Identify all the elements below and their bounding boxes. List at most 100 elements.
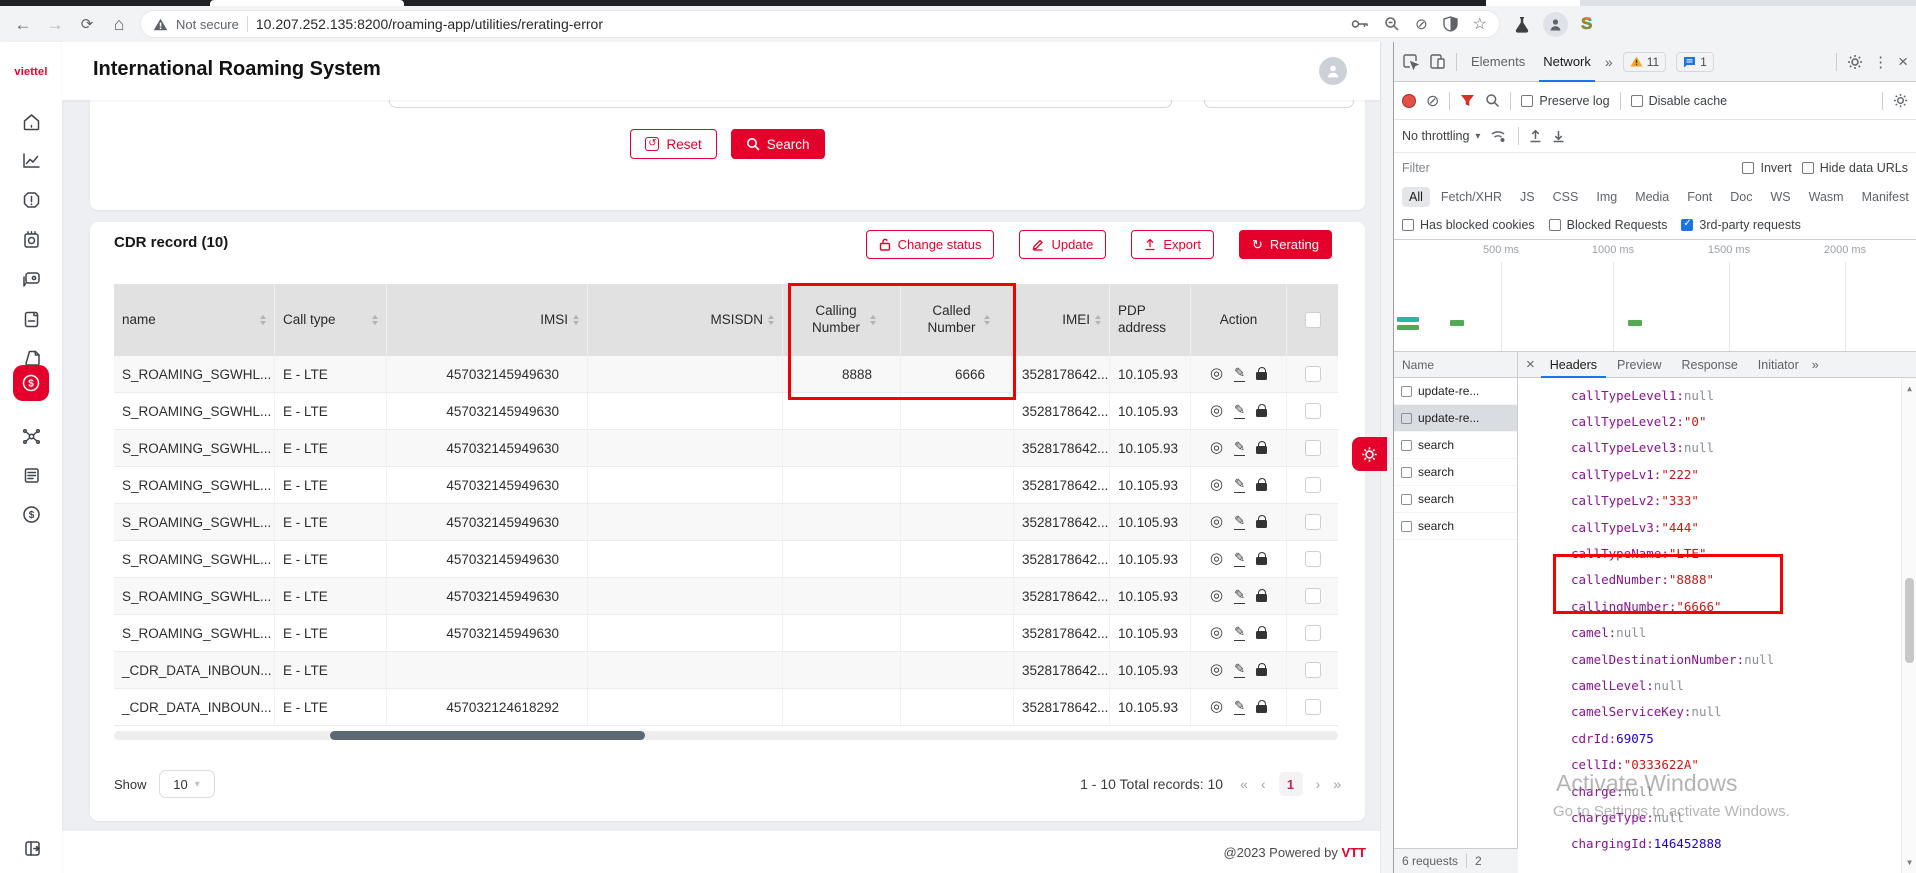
lock-icon[interactable]	[1256, 705, 1267, 713]
reset-button[interactable]: ↺ Reset	[630, 129, 716, 159]
row-checkbox[interactable]	[1305, 625, 1321, 641]
network-conditions-icon[interactable]	[1490, 129, 1508, 143]
lock-icon[interactable]	[1256, 520, 1267, 528]
lock-icon[interactable]	[1256, 483, 1267, 491]
sidebar-item-tariff[interactable]: $	[19, 502, 43, 526]
rerating-button[interactable]: ↻ Rerating	[1239, 230, 1332, 259]
devtools-settings-gear-icon[interactable]	[1847, 54, 1863, 70]
export-har-icon[interactable]	[1552, 129, 1565, 143]
network-timeline[interactable]: 500 ms 1000 ms 1500 ms 2000 ms	[1394, 240, 1916, 352]
lock-icon[interactable]	[1256, 557, 1267, 565]
sort-icon[interactable]	[573, 315, 579, 325]
chip-ws[interactable]: WS	[1763, 187, 1797, 207]
row-checkbox[interactable]	[1305, 699, 1321, 715]
import-har-icon[interactable]	[1529, 129, 1542, 143]
next-page-icon[interactable]: ›	[1316, 776, 1321, 792]
view-icon[interactable]: ◎	[1210, 403, 1223, 418]
col-header-name[interactable]: name	[114, 284, 275, 356]
row-checkbox[interactable]	[1305, 551, 1321, 567]
url-text[interactable]: 10.207.252.135:8200/roaming-app/utilitie…	[256, 16, 603, 32]
sort-icon[interactable]	[372, 315, 378, 325]
invert-checkbox[interactable]: Invert	[1742, 161, 1791, 175]
view-icon[interactable]: ◎	[1210, 588, 1223, 603]
chip-js[interactable]: JS	[1513, 187, 1542, 207]
row-checkbox[interactable]	[1305, 440, 1321, 456]
chip-css[interactable]: CSS	[1546, 187, 1586, 207]
view-icon[interactable]: ◎	[1210, 551, 1223, 566]
vertical-scrollbar-thumb[interactable]	[1905, 578, 1914, 663]
sidebar-item-reports[interactable]	[19, 148, 43, 172]
scroll-up-icon[interactable]: ▲	[1902, 384, 1916, 393]
tab-initiator[interactable]: Initiator	[1749, 352, 1808, 378]
request-row[interactable]: search	[1394, 432, 1517, 459]
view-icon[interactable]: ◎	[1210, 477, 1223, 492]
sidebar-item-network[interactable]	[19, 424, 43, 448]
horizontal-scrollbar[interactable]	[114, 731, 1338, 740]
col-header-checkbox[interactable]	[1287, 284, 1338, 356]
devtools-close-icon[interactable]: ×	[1898, 52, 1908, 72]
more-detail-tabs-icon[interactable]: »	[1812, 358, 1819, 372]
row-checkbox[interactable]	[1305, 588, 1321, 604]
edit-icon[interactable]: ✎	[1234, 588, 1245, 604]
name-column-header[interactable]: Name	[1394, 352, 1518, 378]
third-party-requests-checkbox[interactable]: 3rd-party requests	[1681, 218, 1800, 232]
lock-icon[interactable]	[1256, 409, 1267, 417]
view-icon[interactable]: ◎	[1210, 662, 1223, 677]
has-blocked-cookies-checkbox[interactable]: Has blocked cookies	[1402, 218, 1535, 232]
row-checkbox[interactable]	[1305, 477, 1321, 493]
filter-input[interactable]: Filter	[1402, 161, 1430, 175]
chip-doc[interactable]: Doc	[1723, 187, 1759, 207]
row-checkbox[interactable]	[1305, 514, 1321, 530]
zoom-out-icon[interactable]	[1384, 16, 1400, 32]
close-details-icon[interactable]: ×	[1522, 356, 1539, 373]
edit-icon[interactable]: ✎	[1234, 403, 1245, 419]
chip-manifest[interactable]: Manifest	[1855, 187, 1916, 207]
vertical-scrollbar[interactable]: ▲ ▼	[1901, 378, 1916, 873]
last-page-icon[interactable]: »	[1333, 776, 1341, 792]
hide-data-urls-checkbox[interactable]: Hide data URLs	[1802, 161, 1908, 175]
search-network-icon[interactable]	[1485, 93, 1500, 108]
col-header-imsi[interactable]: IMSI	[387, 284, 588, 356]
horizontal-scrollbar-thumb[interactable]	[330, 731, 645, 740]
sort-icon[interactable]	[1095, 315, 1101, 325]
sidebar-item-logs[interactable]	[19, 463, 43, 487]
edit-icon[interactable]: ✎	[1234, 625, 1245, 641]
floating-settings-button[interactable]	[1352, 437, 1387, 471]
view-icon[interactable]: ◎	[1210, 366, 1223, 381]
lock-icon[interactable]	[1256, 631, 1267, 639]
sidebar-item-alerts[interactable]	[19, 188, 43, 212]
select-all-checkbox[interactable]	[1305, 312, 1321, 328]
view-icon[interactable]: ◎	[1210, 699, 1223, 714]
disable-cache-checkbox[interactable]: Disable cache	[1631, 94, 1728, 108]
password-key-icon[interactable]	[1351, 17, 1369, 31]
view-icon[interactable]: ◎	[1210, 625, 1223, 640]
back-icon[interactable]: ←	[12, 16, 34, 33]
lock-icon[interactable]	[1256, 594, 1267, 602]
address-bar[interactable]: Not secure 10.207.252.135:8200/roaming-a…	[140, 10, 1500, 38]
sidebar-item-documents[interactable]	[19, 307, 43, 331]
col-header-imei[interactable]: IMEI	[1014, 284, 1110, 356]
view-icon[interactable]: ◎	[1210, 514, 1223, 529]
tab-elements[interactable]: Elements	[1467, 42, 1529, 82]
edit-icon[interactable]: ✎	[1234, 662, 1245, 678]
blocked-requests-checkbox[interactable]: Blocked Requests	[1549, 218, 1668, 232]
sort-icon[interactable]	[260, 315, 266, 325]
lock-icon[interactable]	[1256, 668, 1267, 676]
throttling-select[interactable]: No throttling ▾	[1402, 129, 1480, 143]
browser-profile-avatar[interactable]	[1543, 12, 1568, 37]
edit-icon[interactable]: ✎	[1234, 440, 1245, 456]
sidebar-item-billing-active[interactable]: $	[13, 365, 49, 401]
tab-headers[interactable]: Headers	[1541, 352, 1606, 378]
sidebar-item-home[interactable]	[19, 110, 43, 134]
inspect-element-icon[interactable]	[1402, 53, 1419, 70]
edit-icon[interactable]: ✎	[1234, 514, 1245, 530]
chip-img[interactable]: Img	[1589, 187, 1624, 207]
page-size-select[interactable]: 10 ▾	[159, 770, 215, 798]
tab-preview[interactable]: Preview	[1608, 352, 1670, 378]
row-checkbox[interactable]	[1305, 403, 1321, 419]
user-avatar[interactable]	[1319, 57, 1347, 85]
chip-font[interactable]: Font	[1680, 187, 1719, 207]
col-header-pdp-address[interactable]: PDP address	[1110, 284, 1191, 356]
chip-media[interactable]: Media	[1628, 187, 1676, 207]
col-header-call-type[interactable]: Call type	[275, 284, 387, 356]
